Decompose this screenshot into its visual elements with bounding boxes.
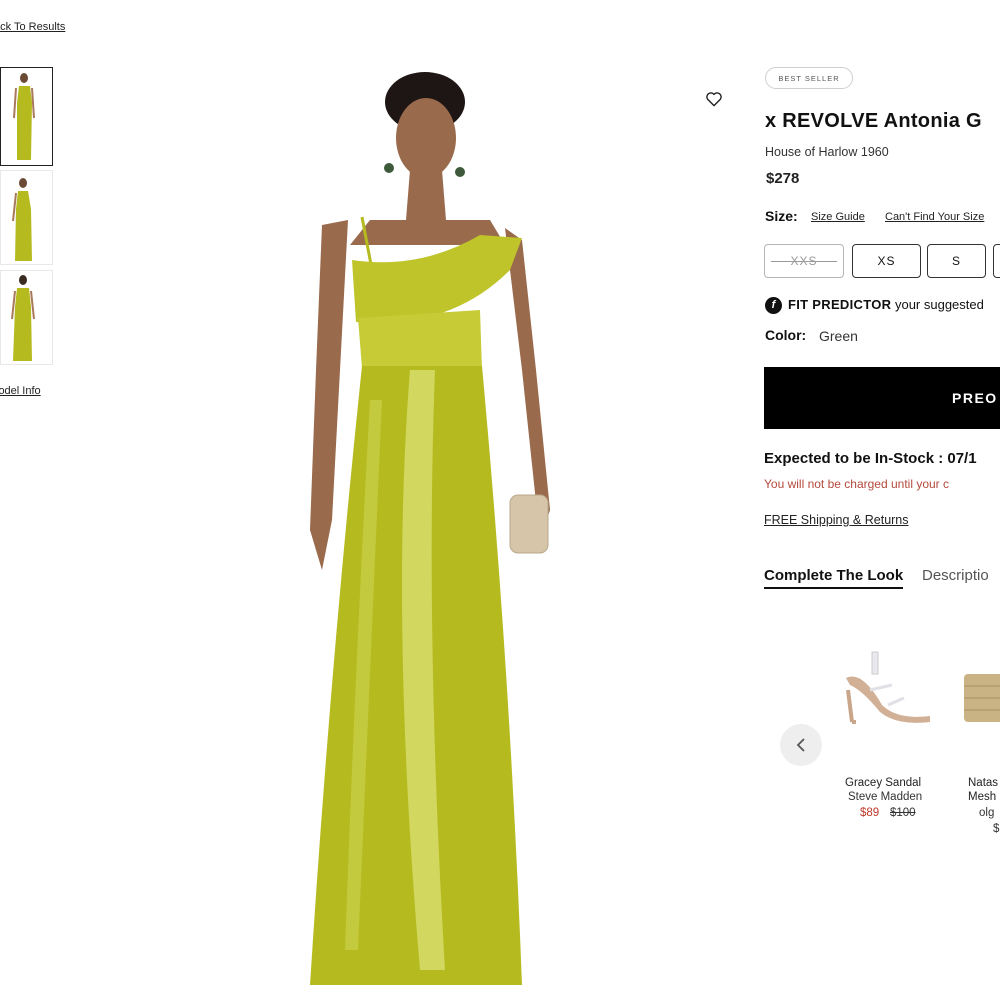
size-option-m[interactable] (993, 244, 1000, 278)
charge-note: You will not be charged until your c (764, 477, 950, 491)
unavailable-strike (771, 261, 837, 262)
look-item-sale-price: $89 (860, 807, 880, 819)
look-item-brand: Steve Madden (848, 791, 923, 803)
thumbnail-1[interactable] (0, 67, 53, 166)
size-option-xs[interactable]: XS (852, 244, 921, 278)
heart-icon[interactable] (704, 89, 724, 109)
size-label: Size: (765, 208, 798, 224)
fit-predictor-icon: f (765, 297, 782, 314)
size-option-xxs[interactable]: XXS (764, 244, 844, 278)
color-value: Green (819, 328, 858, 344)
fit-predictor-text: your suggested (894, 297, 984, 312)
tab-description[interactable]: Descriptio (922, 567, 989, 584)
free-shipping-link[interactable]: FREE Shipping & Returns (764, 513, 909, 527)
preorder-button[interactable]: PREO (764, 367, 1000, 429)
size-option-label: S (951, 254, 961, 268)
thumbnail-image (13, 73, 35, 160)
carousel-prev-button[interactable] (780, 724, 822, 766)
fit-predictor-title: FIT PREDICTOR (788, 297, 892, 312)
product-title: x REVOLVE Antonia G (765, 110, 982, 132)
look-item-name[interactable]: Natas (968, 777, 998, 789)
thumbnail-image (11, 275, 35, 361)
thumbnail-2[interactable] (0, 170, 53, 265)
product-price: $278 (766, 170, 800, 187)
cant-find-size-link[interactable]: Can't Find Your Size (885, 211, 984, 223)
look-item-name[interactable]: Gracey Sandal (845, 777, 921, 789)
size-option-s[interactable]: S (927, 244, 986, 278)
main-product-image (310, 72, 550, 985)
model-info-link[interactable]: lodel Info (0, 385, 41, 397)
size-option-label: XS (877, 254, 896, 268)
tab-complete-the-look[interactable]: Complete The Look (764, 567, 904, 589)
look-item-price: $ (993, 823, 1000, 835)
look-item-brand: olg (979, 807, 995, 819)
chevron-left-icon (796, 738, 805, 752)
look-item-name-line: Mesh (968, 791, 997, 803)
product-image-bag[interactable] (962, 668, 1000, 726)
thumbnail-image (12, 178, 32, 261)
look-item-original-price: $100 (890, 807, 916, 819)
expected-stock-date: Expected to be In-Stock : 07/1 (764, 450, 977, 467)
color-label: Color: (765, 327, 807, 343)
brand-name[interactable]: House of Harlow 1960 (765, 145, 889, 159)
preorder-button-label: PREO (952, 390, 998, 406)
product-image-sandal[interactable] (842, 650, 934, 730)
back-to-results-link[interactable]: ack To Results (0, 21, 65, 33)
fit-predictor[interactable]: FIT PREDICTOR your suggested (788, 297, 984, 312)
best-seller-badge: BEST SELLER (765, 67, 853, 89)
size-guide-link[interactable]: Size Guide (811, 211, 865, 223)
thumbnail-3[interactable] (0, 270, 53, 365)
